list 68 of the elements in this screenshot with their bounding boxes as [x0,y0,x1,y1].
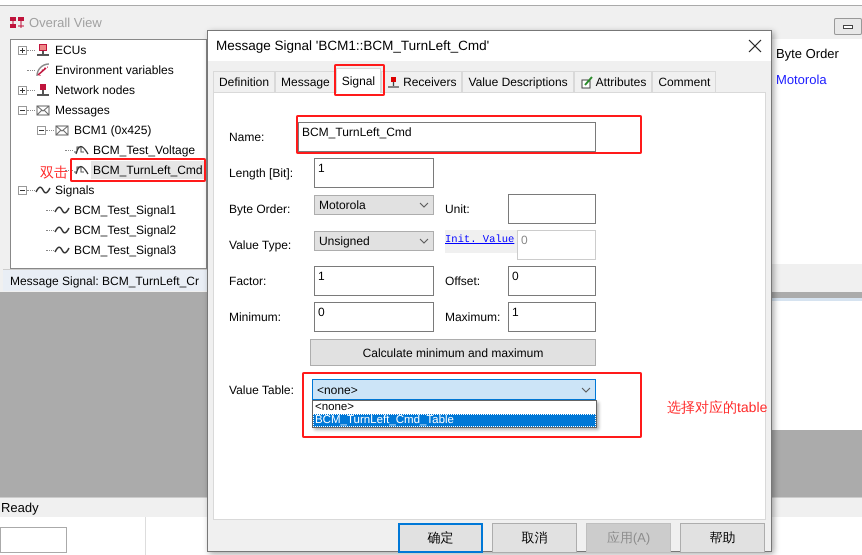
input-field[interactable] [0,527,67,553]
pin-icon [35,82,51,98]
annotation-text: 双击 [40,162,68,182]
table-cell-text: Motorola [776,70,828,88]
tree-item[interactable]: Network nodes [53,81,138,99]
tree-item[interactable]: Environment variables [53,61,176,79]
field-label: Name: [229,129,266,146]
tree-item[interactable]: BCM_Test_Signal1 [72,201,178,219]
dialog-title: Message Signal 'BCM1::BCM_TurnLeft_Cmd' [216,36,490,55]
field-label: Length [Bit]: [229,165,294,182]
input-field[interactable]: 0 [314,302,434,332]
monitor-icon [35,42,51,58]
tree-item[interactable]: ECUs [53,41,88,59]
tree-item[interactable]: Messages [53,101,112,119]
input-field[interactable]: 0 [508,266,596,296]
dropdown[interactable]: Unsigned [314,231,434,251]
close-icon[interactable] [747,38,763,54]
collapse-toggle[interactable] [18,186,27,194]
calculate-button[interactable]: Calculate minimum and maximum [310,339,596,366]
dropdown-option[interactable]: <none> [313,401,596,414]
dialog-button[interactable]: 取消 [492,523,577,553]
field-label: Minimum: [229,309,282,326]
tree-item[interactable]: BCM_Test_Signal3 [72,241,178,259]
tree-item[interactable]: BCM_TurnLeft_Cmd [91,161,205,179]
tab[interactable]: Comment [652,71,716,92]
dropdown-option[interactable]: BCM_TurnLeft_Cmd_Table [313,414,596,427]
dropdown[interactable]: Motorola [314,195,434,215]
field-label: Value Type: [229,237,292,254]
input-field[interactable]: 1 [508,302,596,332]
pin-icon [387,76,400,88]
chevron-icon [581,386,591,392]
expand-toggle[interactable] [18,46,27,54]
network-icon [9,16,25,30]
collapse-toggle[interactable] [37,126,46,134]
annotation-text: 选择对应的table [667,398,768,416]
dropdown[interactable]: <none> [312,379,596,400]
field-label: Unit: [445,201,471,218]
field-label: Maximum: [445,309,502,326]
minimize-button[interactable] [834,18,862,35]
tree-item[interactable]: BCM_Test_Voltage [91,141,198,159]
dialog-button[interactable]: 帮助 [680,523,765,553]
input-field[interactable]: 1 [314,158,434,188]
field-label: Offset: [445,273,482,290]
tab[interactable]: Value Descriptions [462,71,574,92]
collapse-toggle[interactable] [18,106,27,114]
expand-toggle[interactable] [18,86,27,94]
tab[interactable]: Definition [213,71,276,92]
tree-item[interactable]: Signals [53,181,96,199]
tab[interactable]: Message [275,71,336,92]
field-label: Factor: [229,273,268,290]
chevron-icon [419,202,429,208]
minimize-icon [843,24,853,28]
column-header: Byte Order [776,45,840,63]
tab[interactable]: Receivers [381,71,462,92]
tab[interactable]: Signal [336,68,382,93]
status-text: Message Signal: BCM_TurnLeft_Cr [3,269,207,291]
field-label: Byte Order: [229,201,292,218]
gauge-icon [35,62,51,78]
field-label: Value Table: [229,382,295,398]
input-field[interactable] [508,194,596,224]
dialog-button[interactable]: 确定 [398,523,483,553]
tree-item[interactable]: BCM1 (0x425) [72,121,154,139]
window-title: Overall View [29,14,102,32]
input-field[interactable]: 1 [314,266,434,296]
tree-item[interactable]: BCM_Test_Signal2 [72,221,178,239]
pencil-icon [580,76,593,88]
tab[interactable]: Attributes [574,71,652,92]
chevron-icon [419,238,429,244]
